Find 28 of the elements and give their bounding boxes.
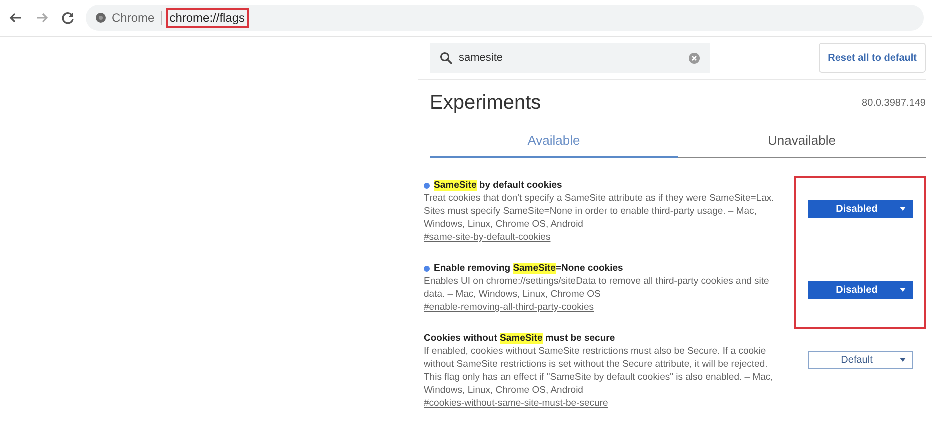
version-text: 80.0.3987.149 bbox=[862, 98, 926, 109]
clear-icon[interactable] bbox=[689, 52, 700, 64]
flag-title: Cookies without SameSite must be secure bbox=[424, 332, 616, 345]
page-title: Experiments bbox=[430, 92, 542, 115]
flag-link[interactable]: #cookies-without-same-site-must-be-secure bbox=[424, 398, 608, 409]
caret-icon bbox=[900, 288, 906, 292]
site-label: Chrome bbox=[112, 11, 155, 25]
caret-icon bbox=[900, 358, 906, 362]
search-icon bbox=[440, 52, 453, 64]
flag-link[interactable]: #enable-removing-all-third-party-cookies bbox=[424, 302, 594, 313]
flag-dropdown[interactable]: Disabled bbox=[808, 281, 912, 299]
search-field[interactable]: samesite bbox=[430, 43, 710, 73]
flag-link[interactable]: #same-site-by-default-cookies bbox=[424, 232, 551, 243]
flag-dropdown[interactable]: Disabled bbox=[808, 200, 912, 218]
tab[interactable]: Available bbox=[430, 125, 678, 158]
flag-description: Treat cookies that don't specify a SameSite attribute as if they were SameSite=Lax. Sites must specify SameSite=None in order to enable third-party usage. – Mac, Windows, Linux, Chrome OS, Android bbox=[424, 192, 776, 231]
tab[interactable]: Unavailable bbox=[678, 125, 926, 158]
flag-title: Enable removing SameSite=None cookies bbox=[434, 262, 624, 275]
url-text: chrome://flags bbox=[168, 10, 248, 26]
flag-description: If enabled, cookies without SameSite restrictions must also be Secure. If a cookie without SameSite restrictions is set without the Secure attribute, it will be rejected. This flag only has an effect if "SameSite by default cookies" is also enabled. – Mac, Windows, Linux, Chrome OS, Android bbox=[424, 345, 774, 397]
flag-description: Enables UI on chrome://settings/siteData to remove all third-party cookies and site data. – Mac, Windows, Linux, Chrome OS bbox=[424, 275, 770, 301]
site-icon bbox=[96, 13, 106, 23]
flag-title: SameSite by default cookies bbox=[434, 179, 562, 192]
flag-dropdown[interactable]: Default bbox=[808, 351, 912, 369]
reset-all-button[interactable]: Reset all to default bbox=[819, 43, 926, 73]
reload-icon[interactable] bbox=[60, 10, 76, 26]
caret-icon bbox=[900, 207, 906, 211]
address-bar[interactable]: Chrome chrome://flags bbox=[86, 5, 924, 31]
